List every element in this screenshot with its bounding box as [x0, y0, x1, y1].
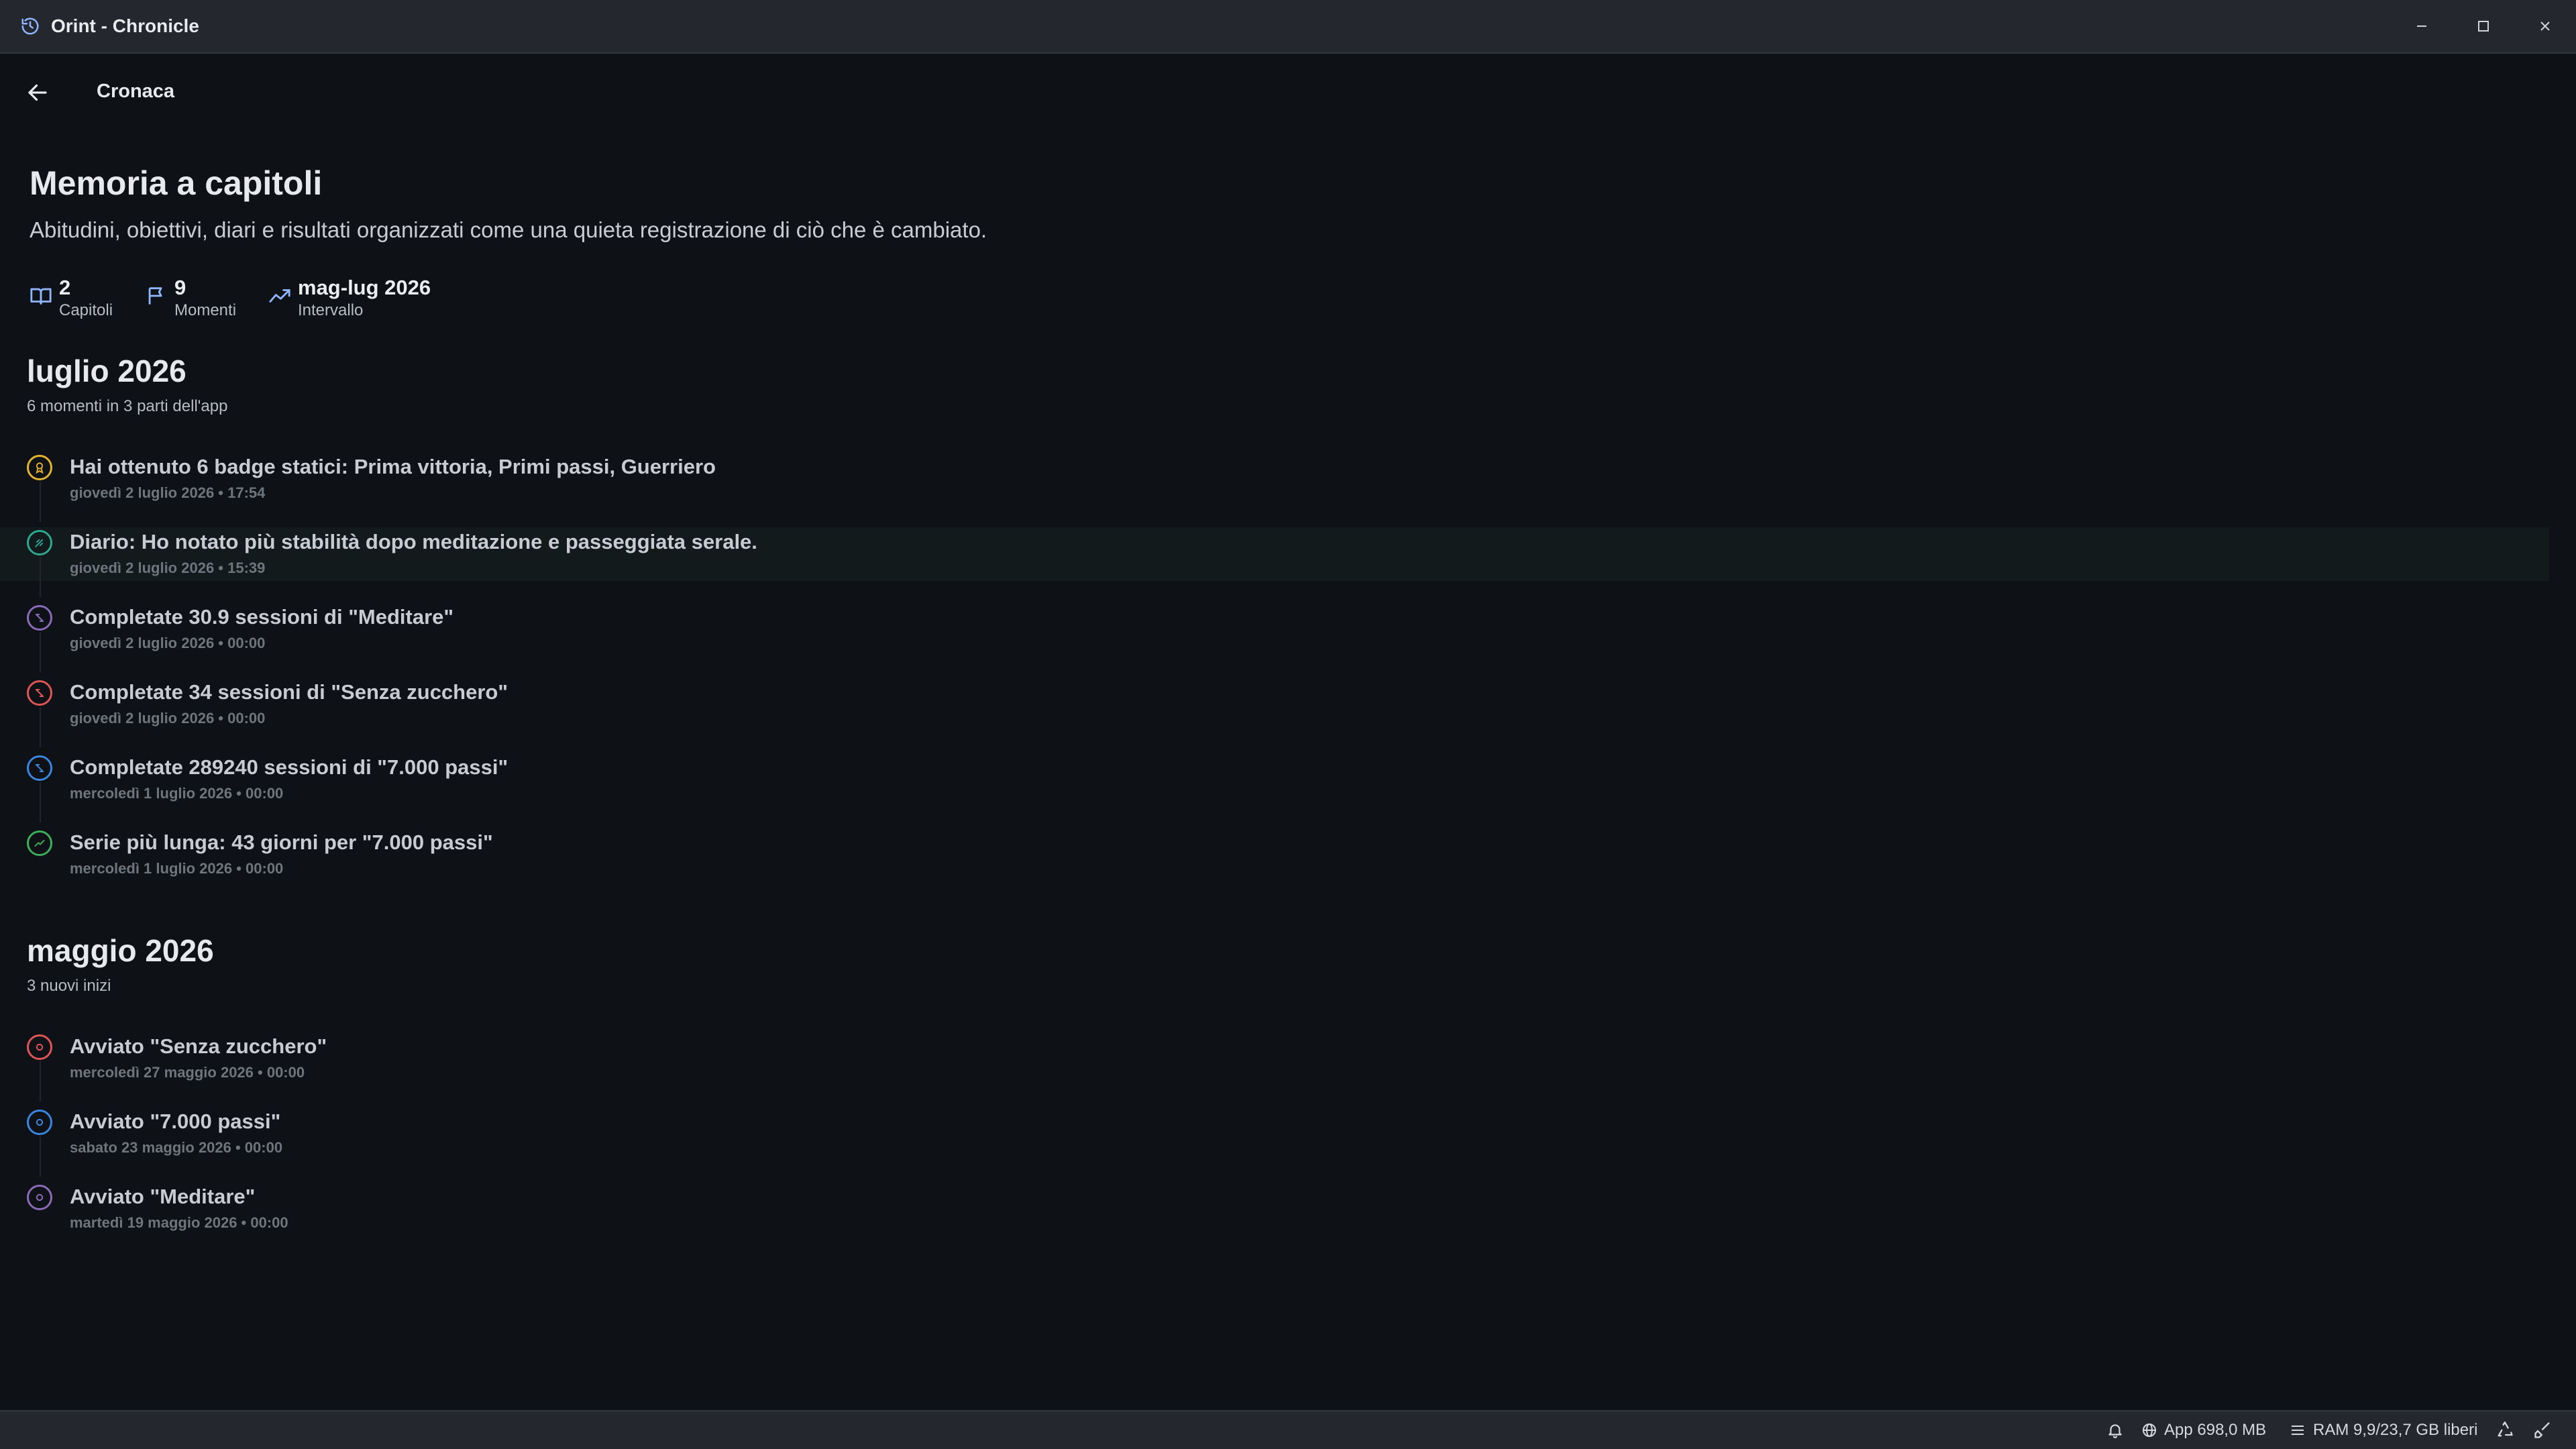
stat-label: Capitoli: [59, 301, 113, 319]
stat-value: mag-lug 2026: [298, 276, 431, 299]
arrow-left-icon: [28, 84, 47, 101]
timeline-event[interactable]: Hai ottenuto 6 badge statici: Prima vitt…: [0, 452, 2549, 522]
event-title: Avviato "Meditare": [70, 1185, 256, 1208]
timeline-event[interactable]: Avviato "7.000 passi" sabato 23 maggio 2…: [0, 1107, 2549, 1177]
broom-icon: [2534, 1422, 2550, 1438]
app-memory: App 698,0 MB: [2141, 1411, 2266, 1449]
bell-icon: [2108, 1424, 2122, 1438]
timeline-event[interactable]: Completate 30.9 sessioni di "Meditare" g…: [0, 602, 2549, 672]
event-date: mercoledì 1 luglio 2026 • 00:00: [70, 860, 284, 877]
stat-range: mag-lug 2026 Intervallo: [268, 275, 431, 321]
month-subtitle: 3 nuovi inizi: [27, 977, 111, 995]
start-icon: [27, 1185, 52, 1210]
event-date: mercoledì 1 luglio 2026 • 00:00: [70, 785, 284, 802]
minimize-button[interactable]: [2391, 0, 2453, 52]
event-title: Avviato "Senza zucchero": [70, 1034, 327, 1058]
ram-usage: RAM 9,9/23,7 GB liberi: [2289, 1411, 2477, 1449]
event-date: giovedì 2 luglio 2026 • 17:54: [70, 484, 266, 501]
close-button[interactable]: [2514, 0, 2576, 52]
stat-value: 9: [174, 276, 186, 299]
timeline-connector: [40, 557, 41, 597]
timeline-connector: [40, 782, 41, 822]
timeline-event[interactable]: Diario: Ho notato più stabilità dopo med…: [0, 527, 2549, 597]
stat-chapters: 2 Capitoli: [30, 275, 113, 321]
timeline-connector: [40, 482, 41, 522]
header-title: Cronaca: [97, 80, 175, 102]
timeline-event[interactable]: Serie più lunga: 43 giorni per "7.000 pa…: [0, 828, 2549, 881]
trend-icon: [269, 289, 290, 303]
page-subtitle: Abitudini, obiettivi, diari e risultati …: [30, 217, 987, 242]
timeline-event[interactable]: Completate 289240 sessioni di "7.000 pas…: [0, 753, 2549, 822]
event-date: sabato 23 maggio 2026 • 00:00: [70, 1139, 283, 1156]
event-date: giovedì 2 luglio 2026 • 00:00: [70, 710, 266, 727]
event-title: Completate 30.9 sessioni di "Meditare": [70, 605, 454, 629]
window-controls: [2391, 0, 2576, 52]
back-button[interactable]: [20, 75, 55, 110]
timeline-event[interactable]: Completate 34 sessioni di "Senza zuccher…: [0, 678, 2549, 747]
timeline-connector: [40, 1136, 41, 1177]
maximize-icon: [2478, 21, 2489, 32]
timeline-event[interactable]: Avviato "Meditare" martedì 19 maggio 202…: [0, 1182, 2549, 1236]
book-open-icon: [30, 288, 52, 305]
window-title: Orint - Chronicle: [51, 15, 199, 36]
app-memory-label: App 698,0 MB: [2164, 1421, 2267, 1439]
minimize-icon: [2417, 25, 2426, 27]
history-icon: [21, 17, 39, 35]
event-date: martedì 19 maggio 2026 • 00:00: [70, 1214, 288, 1231]
event-title: Serie più lunga: 43 giorni per "7.000 pa…: [70, 830, 493, 854]
stat-label: Momenti: [174, 301, 237, 319]
repeat-icon: [27, 755, 52, 781]
page-title: Memoria a capitoli: [30, 164, 323, 202]
badge-icon: [27, 455, 52, 480]
month-subtitle: 6 momenti in 3 parti dell'app: [27, 397, 228, 415]
globe-icon: [2143, 1424, 2156, 1437]
event-title: Hai ottenuto 6 badge statici: Prima vitt…: [70, 455, 716, 478]
status-bar: App 698,0 MB RAM 9,9/23,7 GB liberi: [0, 1410, 2576, 1449]
month-title: luglio 2026: [27, 354, 186, 388]
event-title: Diario: Ho notato più stabilità dopo med…: [70, 530, 757, 553]
recycle-button[interactable]: [2496, 1411, 2521, 1449]
ram-label: RAM 9,9/23,7 GB liberi: [2313, 1421, 2478, 1439]
journal-icon: [27, 530, 52, 555]
event-title: Completate 34 sessioni di "Senza zuccher…: [70, 680, 508, 704]
notifications-button[interactable]: [2106, 1411, 2131, 1449]
trend-up-icon: [27, 830, 52, 856]
stat-moments: 9 Momenti: [145, 275, 236, 321]
flag-icon: [148, 287, 162, 305]
timeline-connector: [40, 707, 41, 747]
maximize-button[interactable]: [2453, 0, 2514, 52]
memory-icon: [2292, 1426, 2304, 1435]
start-icon: [27, 1110, 52, 1135]
event-title: Completate 289240 sessioni di "7.000 pas…: [70, 755, 508, 779]
cleanup-button[interactable]: [2533, 1411, 2559, 1449]
month-title: maggio 2026: [27, 933, 214, 968]
repeat-icon: [27, 605, 52, 631]
title-bar: Orint - Chronicle: [0, 0, 2576, 54]
event-date: giovedì 2 luglio 2026 • 15:39: [70, 559, 266, 576]
timeline-connector: [40, 1061, 41, 1102]
timeline-connector: [40, 632, 41, 672]
recycle-icon: [2498, 1421, 2513, 1437]
repeat-icon: [27, 680, 52, 706]
stat-value: 2: [59, 276, 71, 299]
event-date: giovedì 2 luglio 2026 • 00:00: [70, 635, 266, 651]
event-title: Avviato "7.000 passi": [70, 1110, 281, 1133]
stat-label: Intervallo: [298, 301, 364, 319]
event-date: mercoledì 27 maggio 2026 • 00:00: [70, 1064, 305, 1081]
timeline-event[interactable]: Avviato "Senza zucchero" mercoledì 27 ma…: [0, 1032, 2549, 1102]
close-icon: [2540, 21, 2550, 31]
start-icon: [27, 1034, 52, 1060]
